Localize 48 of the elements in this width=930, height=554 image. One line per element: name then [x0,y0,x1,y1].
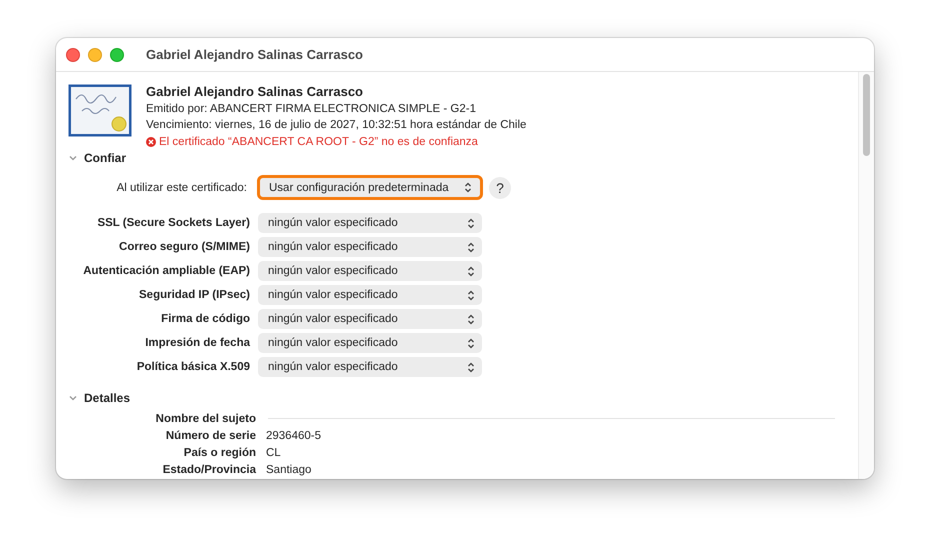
detail-label: Número de serie [164,430,257,442]
trust-popup[interactable]: Usar configuración predeterminada [257,175,483,200]
updown-arrows-icon [467,290,475,300]
updown-arrows-icon [467,266,475,276]
policy-label: Autenticación ampliable (EAP) [82,265,251,277]
help-button[interactable]: ? [489,176,511,198]
certificate-icon [68,84,132,137]
updown-arrows-icon [467,242,475,252]
policy-popup[interactable]: ningún valor especificado [258,285,482,305]
minimize-button[interactable] [88,48,102,62]
policy-label: Política básica X.509 [136,361,251,373]
policy-popup[interactable]: ningún valor especificado [258,237,482,257]
updown-arrows-icon [467,314,475,324]
policy-label: SSL (Secure Sockets Layer) [96,217,251,229]
error-icon [146,136,156,147]
policy-label: Correo seguro (S/MIME) [118,241,251,253]
detail-value: Santiago [266,464,312,476]
issuer-text: Emitido por: ABANCERT FIRMA ELECTRONICA SIMPLE - G2-1 [146,102,477,117]
detail-value: CL [266,446,281,458]
section-title: Confiar [84,151,126,165]
policy-label: Seguridad IP (IPsec) [138,289,251,301]
window-title: Gabriel Alejandro Salinas Carrasco [146,47,363,62]
zoom-button[interactable] [110,48,124,62]
warning-text: El certificado “ABANCERT CA ROOT - G2” no es de confianza [159,134,478,150]
policy-popup[interactable]: ningún valor especificado [258,261,482,281]
expiry-text: Vencimiento: viernes, 16 de julio de 2027, 10:32:51 hora estándar de Chile [146,118,526,134]
disclosure-chevron-icon[interactable] [68,393,78,403]
certificate-name: Gabriel Alejandro Salinas Carrasco [146,84,364,100]
close-button[interactable] [66,48,80,62]
policy-popup[interactable]: ningún valor especificado [258,309,482,329]
policy-popup[interactable]: ningún valor especificado [258,357,482,377]
policy-label: Impresión de fecha [144,337,251,349]
updown-arrows-icon [464,182,472,193]
detail-label: Estado/Provincia [162,464,257,476]
updown-arrows-icon [467,338,475,348]
detail-value: 2936460-5 [266,430,321,442]
updown-arrows-icon [467,362,475,372]
trust-label: Al utilizar este certificado: [116,182,248,194]
policy-label: Firma de código [160,313,251,325]
policy-popup[interactable]: ningún valor especificado [258,213,482,233]
scrollbar-thumb[interactable] [863,74,870,156]
scrollbar[interactable] [858,72,874,479]
detail-heading: Nombre del sujeto [154,412,257,424]
updown-arrows-icon [467,218,475,228]
section-title: Detalles [84,391,130,405]
policy-popup[interactable]: ningún valor especificado [258,333,482,353]
detail-label: País o región [182,446,257,458]
disclosure-chevron-icon[interactable] [68,153,78,163]
